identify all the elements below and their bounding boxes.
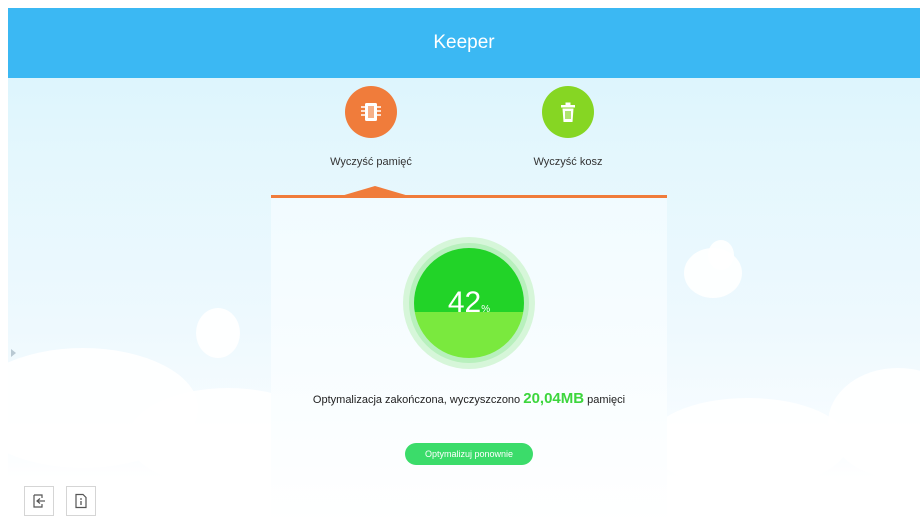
gauge-percentage: 42%	[414, 286, 524, 327]
app-title: Keeper	[433, 32, 495, 53]
result-message: Optymalizacja zakończona, wyczyszczono 2…	[271, 390, 667, 407]
optimize-again-button[interactable]: Optymalizuj ponownie	[405, 443, 533, 465]
info-icon	[75, 493, 87, 509]
trash-icon	[542, 86, 594, 138]
gauge-unit: %	[481, 304, 491, 315]
gauge-value: 42	[447, 286, 482, 319]
optimization-panel: 42% Optymalizacja zakończona, wyczyszczo…	[271, 186, 667, 519]
gauge-disc: 42%	[414, 248, 524, 358]
app-header: Keeper	[8, 8, 920, 78]
exit-icon	[33, 494, 45, 508]
tab-pointer	[341, 186, 409, 196]
clear-memory-label: Wyczyść pamięć	[330, 156, 412, 168]
memory-chip-icon	[345, 86, 397, 138]
result-suffix: pamięci	[587, 394, 626, 406]
cleaned-amount: 20,04MB	[523, 390, 585, 407]
cloud	[708, 240, 734, 270]
expand-arrow-icon[interactable]	[11, 349, 16, 357]
exit-button[interactable]	[24, 486, 54, 516]
clear-memory-tab[interactable]: Wyczyść pamięć	[291, 86, 451, 168]
clear-trash-label: Wyczyść kosz	[533, 156, 603, 168]
active-tab-indicator	[271, 195, 667, 198]
gauge-ring: 42%	[409, 243, 529, 363]
clear-trash-tab[interactable]: Wyczyść kosz	[488, 86, 648, 168]
result-prefix: Optymalizacja zakończona, wyczyszczono	[312, 394, 521, 406]
cloud	[196, 308, 240, 358]
info-button[interactable]	[66, 486, 96, 516]
memory-gauge: 42%	[403, 237, 535, 369]
cloud	[648, 398, 848, 488]
app-window: Keeper Wyczyść pamięć Wyczyść kosz 42% O…	[8, 8, 920, 519]
